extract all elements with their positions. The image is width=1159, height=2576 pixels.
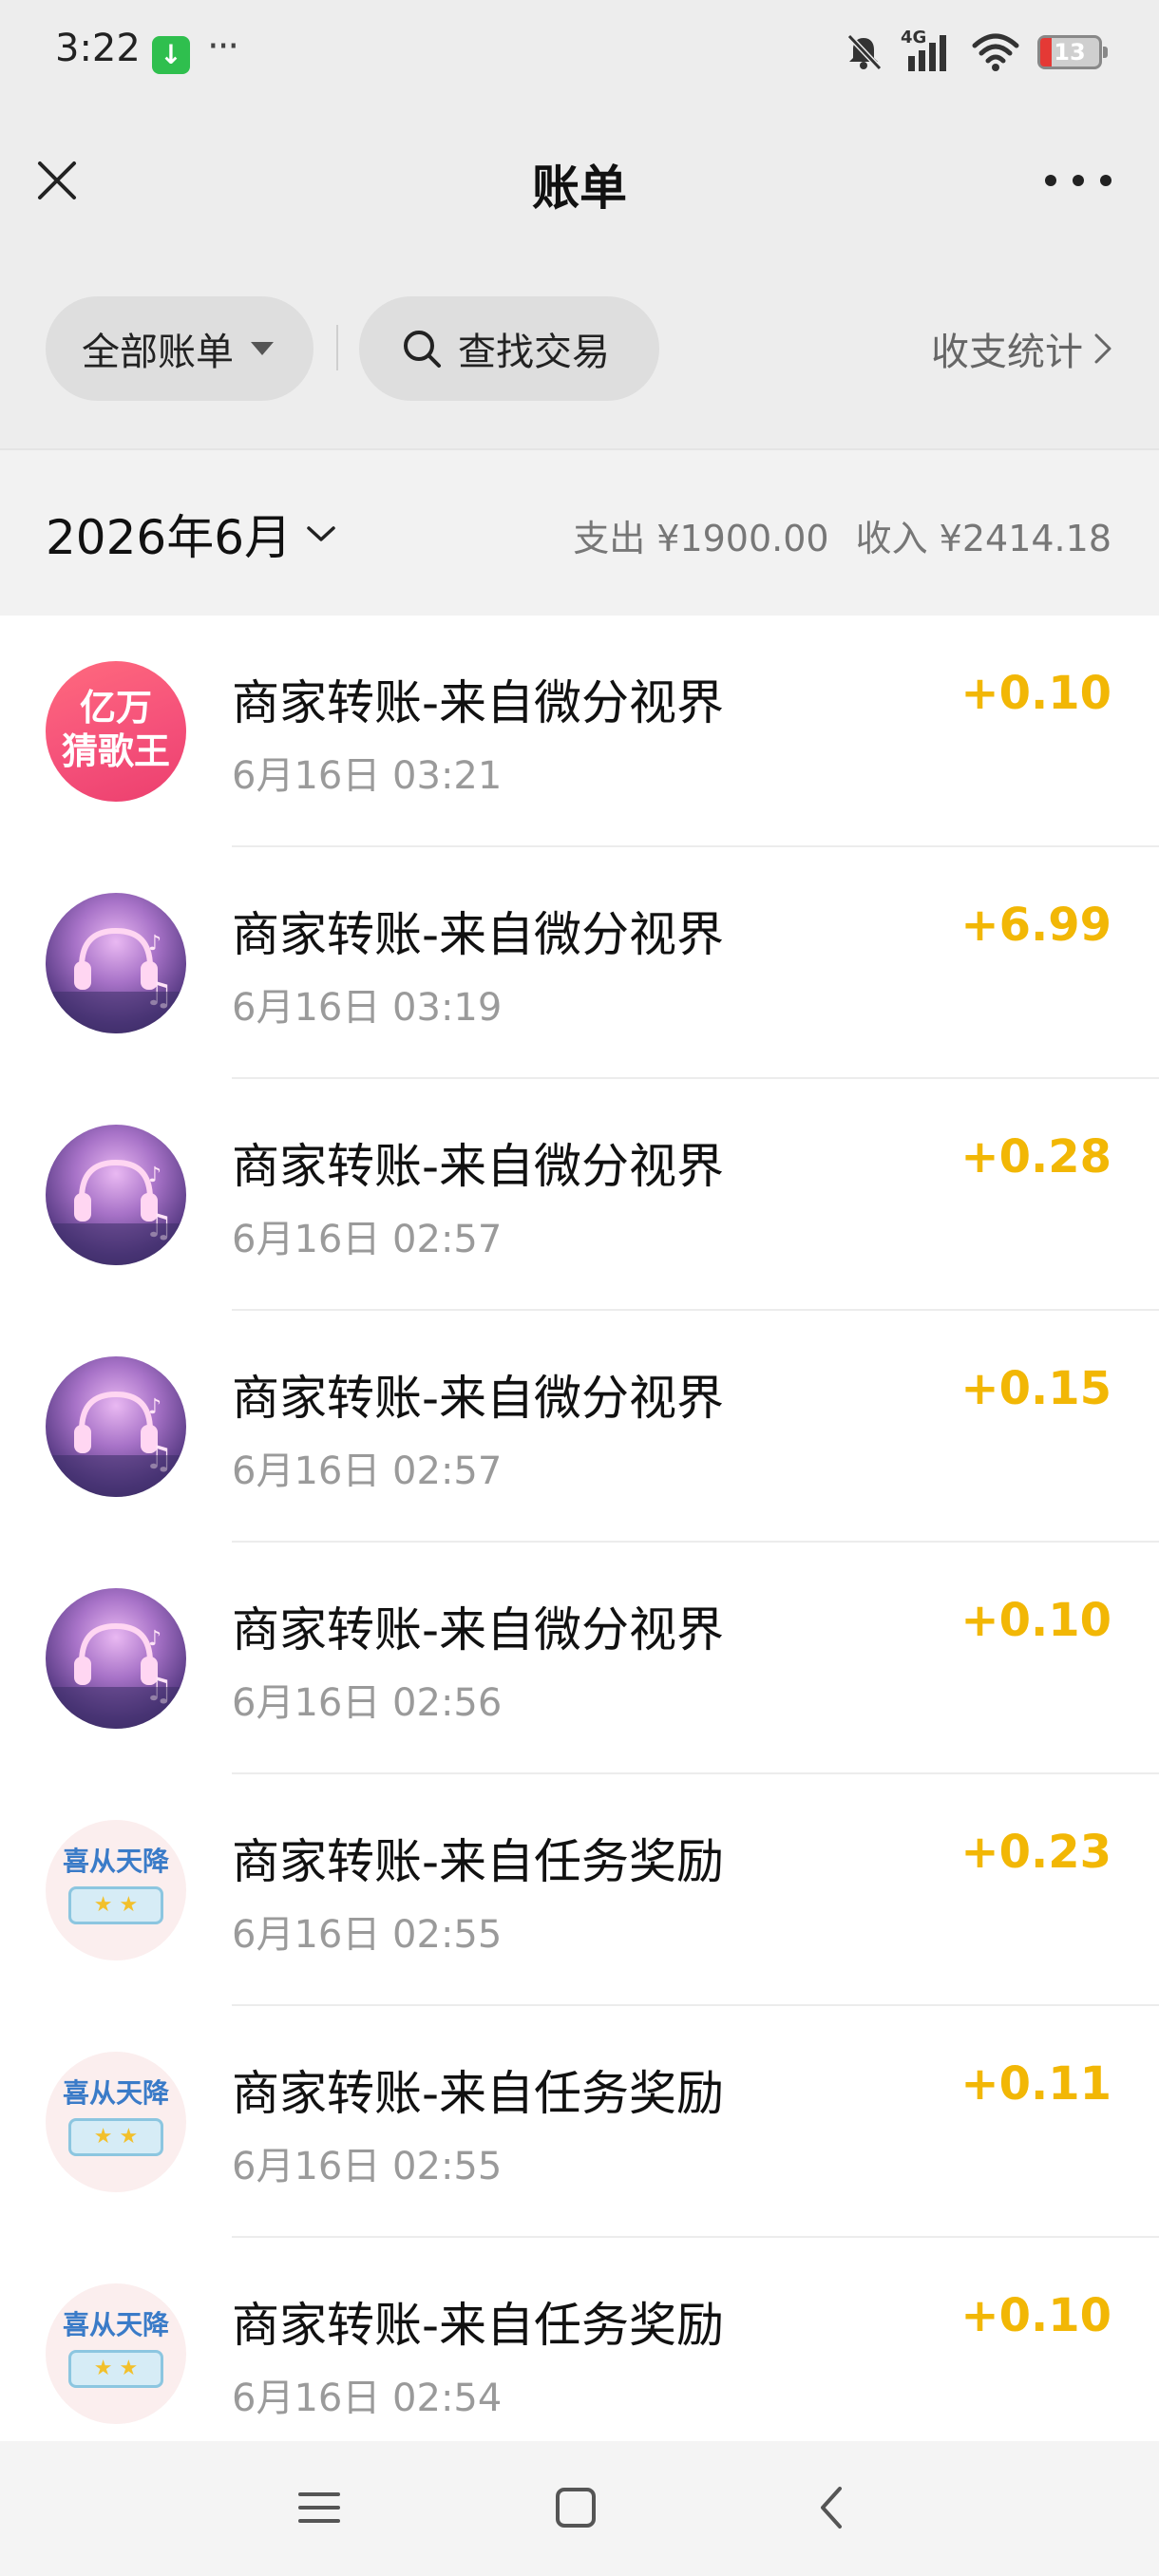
music-headphones-avatar: ♫ ♪ xyxy=(46,893,186,1033)
transaction-amount: +0.28 xyxy=(960,1130,1112,1184)
music-headphones-avatar: ♫ ♪ xyxy=(46,1125,186,1265)
status-bar: 3:22 ↓ ··· 4G 13 xyxy=(0,0,1159,104)
stats-link[interactable]: 收支统计 xyxy=(931,321,1113,376)
transaction-amount: +0.23 xyxy=(960,1826,1112,1879)
more-options-icon[interactable] xyxy=(1045,161,1112,199)
status-more: ··· xyxy=(207,25,239,68)
transaction-item[interactable]: ♫ ♪ 商家转账-来自微分视界 6月16日 02:57 +0.15 xyxy=(0,1311,1159,1543)
avatar-text: 喜从天降 xyxy=(62,1846,169,1877)
transaction-item[interactable]: 喜从天降 商家转账-来自任务奖励 6月16日 02:55 +0.23 xyxy=(0,1774,1159,2006)
transaction-time: 6月16日 03:21 xyxy=(232,754,503,798)
top-area: 3:22 ↓ ··· 4G 13 账单 全部账单 查找交易 收支统计 2026年… xyxy=(0,0,1159,616)
transaction-title: 商家转账-来自微分视界 xyxy=(232,1602,725,1657)
home-icon[interactable] xyxy=(547,2479,604,2536)
page-title: 账单 xyxy=(532,161,627,216)
chevron-right-icon xyxy=(1094,333,1112,364)
mute-bell-icon xyxy=(846,33,883,71)
transaction-title: 商家转账-来自微分视界 xyxy=(232,907,725,962)
transaction-title: 商家转账-来自微分视界 xyxy=(232,1139,725,1194)
music-headphones-avatar: ♫ ♪ xyxy=(46,1588,186,1729)
filter-divider xyxy=(336,325,338,370)
avatar-text-line1: 亿万 xyxy=(79,687,152,729)
transaction-title: 商家转账-来自微分视界 xyxy=(232,1371,725,1426)
transaction-amount: +0.10 xyxy=(960,2289,1112,2342)
download-icon: ↓ xyxy=(152,36,190,74)
avatar-text: 喜从天降 xyxy=(62,2309,169,2340)
svg-text:♪: ♪ xyxy=(148,1164,162,1187)
battery-level: 13 xyxy=(1054,39,1086,66)
chevron-down-icon xyxy=(307,526,335,541)
menu-icon[interactable] xyxy=(291,2479,348,2536)
transaction-amount: +0.11 xyxy=(960,2057,1112,2111)
expense-total: 支出 ¥1900.00 xyxy=(573,518,829,559)
transaction-time: 6月16日 03:19 xyxy=(232,986,503,1030)
back-icon[interactable] xyxy=(804,2479,861,2536)
transaction-title: 商家转账-来自微分视界 xyxy=(232,675,725,730)
avatar-text-line2: 猜歌王 xyxy=(61,730,170,772)
game-logo-avatar: 亿万 猜歌王 xyxy=(46,661,186,802)
reward-logo-avatar: 喜从天降 xyxy=(46,1820,186,1960)
transaction-amount: +0.10 xyxy=(960,1594,1112,1647)
transaction-title: 商家转账-来自任务奖励 xyxy=(232,2066,725,2121)
search-icon xyxy=(404,331,441,368)
reward-logo-avatar: 喜从天降 xyxy=(46,2283,186,2424)
system-nav-bar xyxy=(0,2441,1159,2576)
caret-down-icon xyxy=(251,342,274,355)
wifi-icon xyxy=(972,33,1019,71)
transaction-list: 亿万 猜歌王 商家转账-来自微分视界 6月16日 03:21 +0.10 ♫ ♪… xyxy=(0,616,1159,2470)
svg-text:♪: ♪ xyxy=(148,1627,162,1651)
signal-icon: 4G xyxy=(901,28,954,73)
income-total: 收入 ¥2414.18 xyxy=(855,518,1112,559)
transaction-time: 6月16日 02:54 xyxy=(232,2377,503,2420)
transaction-item[interactable]: 喜从天降 商家转账-来自任务奖励 6月16日 02:54 +0.10 xyxy=(0,2238,1159,2470)
month-summary: 支出 ¥1900.00 收入 ¥2414.18 xyxy=(573,509,1112,561)
transaction-item[interactable]: ♫ ♪ 商家转账-来自微分视界 6月16日 02:56 +0.10 xyxy=(0,1543,1159,1774)
transaction-time: 6月16日 02:55 xyxy=(232,1913,503,1957)
battery-icon: 13 xyxy=(1037,35,1108,69)
transaction-amount: +0.10 xyxy=(960,667,1112,720)
transaction-item[interactable]: 亿万 猜歌王 商家转账-来自微分视界 6月16日 03:21 +0.10 xyxy=(0,616,1159,847)
svg-text:♪: ♪ xyxy=(148,1395,162,1419)
search-transactions-button[interactable]: 查找交易 xyxy=(359,296,659,401)
transaction-time: 6月16日 02:57 xyxy=(232,1218,503,1261)
transaction-amount: +0.15 xyxy=(960,1362,1112,1415)
svg-text:♪: ♪ xyxy=(148,932,162,956)
avatar-text: 喜从天降 xyxy=(62,2077,169,2109)
transaction-amount: +6.99 xyxy=(960,899,1112,952)
all-bills-filter[interactable]: 全部账单 xyxy=(46,296,314,401)
month-summary-row: 2026年6月 支出 ¥1900.00 收入 ¥2414.18 xyxy=(0,448,1159,616)
transaction-item[interactable]: 喜从天降 商家转账-来自任务奖励 6月16日 02:55 +0.11 xyxy=(0,2006,1159,2238)
reward-logo-avatar: 喜从天降 xyxy=(46,2052,186,2192)
month-selector[interactable]: 2026年6月 xyxy=(46,500,337,568)
transaction-time: 6月16日 02:57 xyxy=(232,1449,503,1493)
music-headphones-avatar: ♫ ♪ xyxy=(46,1356,186,1497)
transaction-title: 商家转账-来自任务奖励 xyxy=(232,1834,725,1889)
status-time: 3:22 xyxy=(55,27,141,70)
search-label: 查找交易 xyxy=(458,331,610,374)
transaction-time: 6月16日 02:55 xyxy=(232,2145,503,2188)
all-bills-label: 全部账单 xyxy=(82,331,234,374)
transaction-title: 商家转账-来自任务奖励 xyxy=(232,2298,725,2353)
status-icons: 4G 13 xyxy=(844,28,1108,76)
transaction-item[interactable]: ♫ ♪ 商家转账-来自微分视界 6月16日 03:19 +6.99 xyxy=(0,847,1159,1079)
transaction-item[interactable]: ♫ ♪ 商家转账-来自微分视界 6月16日 02:57 +0.28 xyxy=(0,1079,1159,1311)
transaction-time: 6月16日 02:56 xyxy=(232,1681,503,1725)
stats-label: 收支统计 xyxy=(931,331,1083,374)
month-label: 2026年6月 xyxy=(46,510,293,565)
